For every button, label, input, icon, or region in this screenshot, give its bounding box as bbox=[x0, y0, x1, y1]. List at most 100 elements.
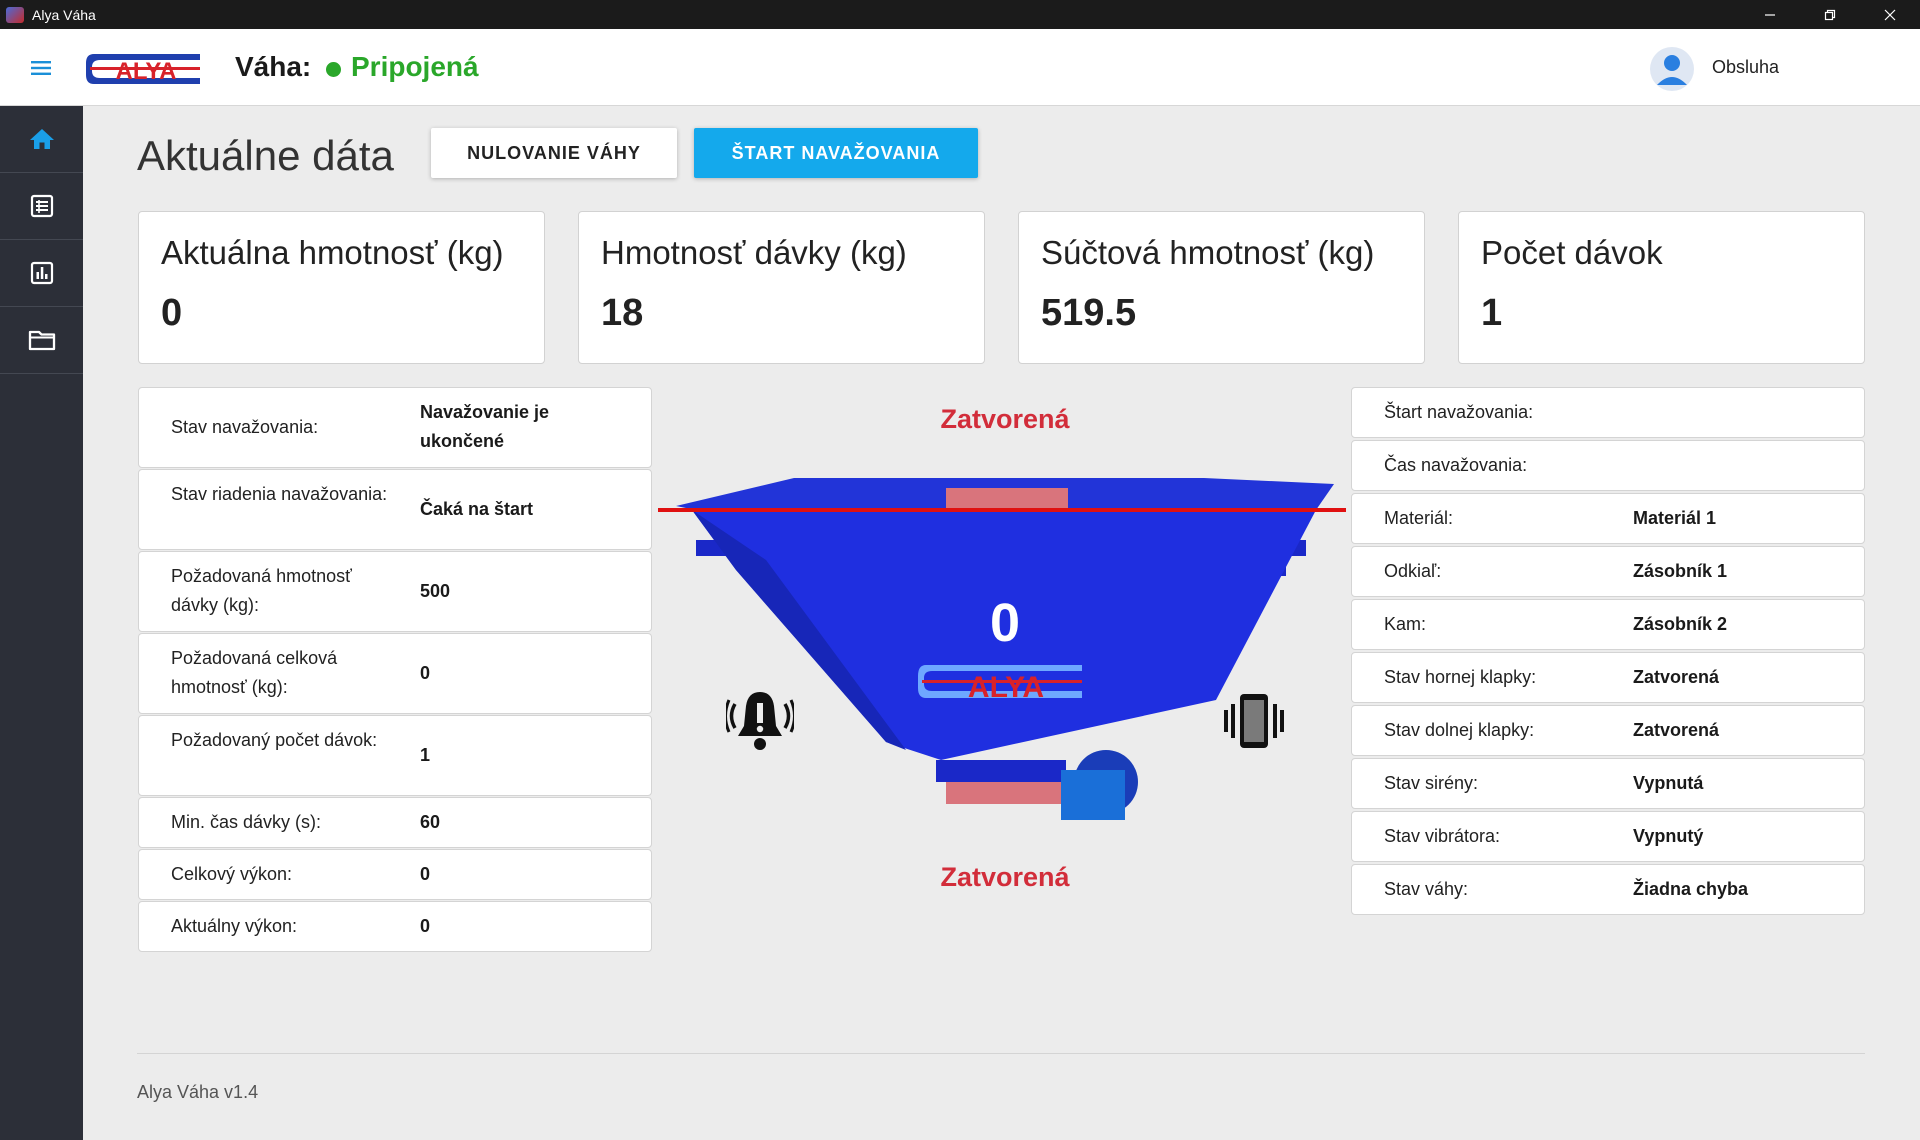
stat-label: Hmotnosť dávky (kg) bbox=[601, 234, 907, 271]
stat-value: 1 bbox=[1481, 292, 1503, 334]
scale-label: Váha: bbox=[235, 51, 312, 82]
stat-label: Súčtová hmotnosť (kg) bbox=[1041, 234, 1375, 271]
row-value: Zatvorená bbox=[1633, 720, 1720, 740]
row-value: 0 bbox=[420, 916, 431, 936]
zero-scale-button[interactable]: NULOVANIE VÁHY bbox=[431, 128, 677, 178]
app-header: ALYA Váha: Pripojená Obsluha bbox=[0, 29, 1920, 106]
menu-button[interactable] bbox=[28, 56, 54, 80]
sidebar-item-folder[interactable] bbox=[0, 307, 83, 374]
start-dosing-button[interactable]: ŠTART NAVAŽOVANIA bbox=[694, 128, 978, 178]
row-value: Materiál 1 bbox=[1633, 508, 1717, 528]
stat-card-total-weight: Súčtová hmotnosť (kg) 519.5 bbox=[1018, 211, 1425, 364]
sidebar-item-home[interactable] bbox=[0, 106, 83, 173]
vibrate-phone-icon bbox=[1224, 694, 1284, 748]
user-avatar[interactable] bbox=[1650, 47, 1694, 91]
top-flap-status: Zatvorená bbox=[940, 404, 1070, 434]
stat-label: Počet dávok bbox=[1481, 234, 1663, 271]
table-row: Kam: Zásobník 2 bbox=[1351, 599, 1865, 650]
row-key: Požadovaná hmotnosť dávky (kg): bbox=[171, 566, 352, 615]
row-value: 500 bbox=[420, 581, 451, 601]
logo-text: ALYA bbox=[116, 58, 177, 85]
top-flap bbox=[946, 488, 1068, 508]
row-key: Materiál: bbox=[1384, 508, 1454, 528]
stat-value: 0 bbox=[161, 292, 183, 334]
hopper-weight-value: 0 bbox=[989, 593, 1021, 653]
row-key: Stav sirény: bbox=[1384, 773, 1479, 793]
connection-status: Pripojená bbox=[351, 51, 479, 82]
row-value: Navažovanie je ukončené bbox=[420, 402, 550, 451]
user-name[interactable]: Obsluha bbox=[1712, 57, 1779, 78]
row-key: Odkiaľ: bbox=[1384, 561, 1442, 581]
row-value: Čaká na štart bbox=[420, 499, 534, 519]
table-row: Stav dolnej klapky: Zatvorená bbox=[1351, 705, 1865, 756]
app-version: Alya Váha v1.4 bbox=[137, 1082, 259, 1102]
row-key: Požadovaný počet dávok: bbox=[171, 730, 378, 750]
table-row: Štart navažovania: bbox=[1351, 387, 1865, 438]
sidebar-item-table[interactable] bbox=[0, 173, 83, 240]
hopper-outlet-collar bbox=[936, 760, 1066, 782]
motor-box bbox=[1061, 770, 1125, 820]
bottom-flap bbox=[946, 782, 1066, 804]
row-key: Stav riadenia navažovania: bbox=[171, 484, 388, 504]
stat-card-batch-weight: Hmotnosť dávky (kg) 18 bbox=[578, 211, 985, 364]
row-value: Zásobník 2 bbox=[1633, 614, 1728, 634]
stat-value: 18 bbox=[601, 292, 644, 334]
folder-icon bbox=[28, 330, 55, 351]
row-value: Vypnutá bbox=[1633, 773, 1704, 793]
restore-button[interactable] bbox=[1800, 0, 1860, 29]
row-value: Vypnutý bbox=[1633, 826, 1704, 846]
table-row: Požadovaný počet dávok: 1 bbox=[138, 715, 652, 796]
close-icon bbox=[1884, 9, 1896, 20]
app-icon bbox=[6, 6, 24, 23]
stat-card-batch-count: Počet dávok 1 bbox=[1458, 211, 1865, 364]
table-row: Aktuálny výkon: 0 bbox=[138, 901, 652, 952]
minimize-button[interactable] bbox=[1740, 0, 1800, 29]
row-value: Žiadna chyba bbox=[1633, 879, 1749, 899]
table-row: Stav riadenia navažovania: Čaká na štart bbox=[138, 469, 652, 550]
sidebar-item-chart[interactable] bbox=[0, 240, 83, 307]
table-row: Stav hornej klapky: Zatvorená bbox=[1351, 652, 1865, 703]
table-row: Stav sirény: Vypnutá bbox=[1351, 758, 1865, 809]
row-key: Min. čas dávky (s): bbox=[171, 812, 322, 832]
close-button[interactable] bbox=[1860, 0, 1920, 29]
minimize-icon bbox=[1765, 13, 1775, 16]
row-value: 0 bbox=[420, 663, 431, 683]
alya-logo: ALYA bbox=[86, 54, 200, 85]
stat-label: Aktuálna hmotnosť (kg) bbox=[161, 234, 504, 271]
table-row: Min. čas dávky (s): 60 bbox=[138, 797, 652, 848]
stat-value: 519.5 bbox=[1041, 292, 1137, 334]
table-row: Stav navažovania: Navažovanie je ukončen… bbox=[138, 387, 652, 468]
row-key: Stav dolnej klapky: bbox=[1384, 720, 1535, 740]
row-key: Kam: bbox=[1384, 614, 1427, 634]
siren-bell-icon bbox=[726, 692, 794, 750]
chart-icon bbox=[30, 261, 53, 285]
table-icon bbox=[30, 194, 53, 218]
window-title: Alya Váha bbox=[32, 6, 96, 23]
footer-divider bbox=[137, 1053, 1865, 1054]
window-titlebar: Alya Váha bbox=[0, 0, 1920, 29]
user-icon bbox=[1657, 55, 1687, 85]
bottom-flap-status: Zatvorená bbox=[940, 862, 1070, 892]
row-key: Požadovaná celková hmotnosť (kg): bbox=[171, 648, 338, 697]
hopper-logo-text: ALYA bbox=[968, 671, 1044, 704]
table-row: Stav váhy: Žiadna chyba bbox=[1351, 864, 1865, 915]
table-row: Odkiaľ: Zásobník 1 bbox=[1351, 546, 1865, 597]
table-row: Požadovaná hmotnosť dávky (kg): 500 bbox=[138, 551, 652, 632]
row-key: Štart navažovania: bbox=[1384, 402, 1534, 422]
page-title: Aktuálne dáta bbox=[137, 132, 394, 179]
row-value: 60 bbox=[420, 812, 441, 832]
sidebar bbox=[0, 106, 83, 1140]
row-value: 1 bbox=[420, 745, 431, 765]
table-row: Požadovaná celková hmotnosť (kg): 0 bbox=[138, 633, 652, 714]
row-value: Zatvorená bbox=[1633, 667, 1720, 687]
table-row: Materiál: Materiál 1 bbox=[1351, 493, 1865, 544]
home-icon bbox=[29, 129, 54, 149]
table-row: Celkový výkon: 0 bbox=[138, 849, 652, 900]
stat-card-current-weight: Aktuálna hmotnosť (kg) 0 bbox=[138, 211, 545, 364]
table-row: Stav vibrátora: Vypnutý bbox=[1351, 811, 1865, 862]
row-value: 0 bbox=[420, 864, 431, 884]
row-value: Zásobník 1 bbox=[1633, 561, 1728, 581]
connection-status-dot bbox=[326, 62, 341, 77]
row-key: Stav hornej klapky: bbox=[1384, 667, 1537, 687]
hamburger-icon bbox=[31, 61, 51, 75]
